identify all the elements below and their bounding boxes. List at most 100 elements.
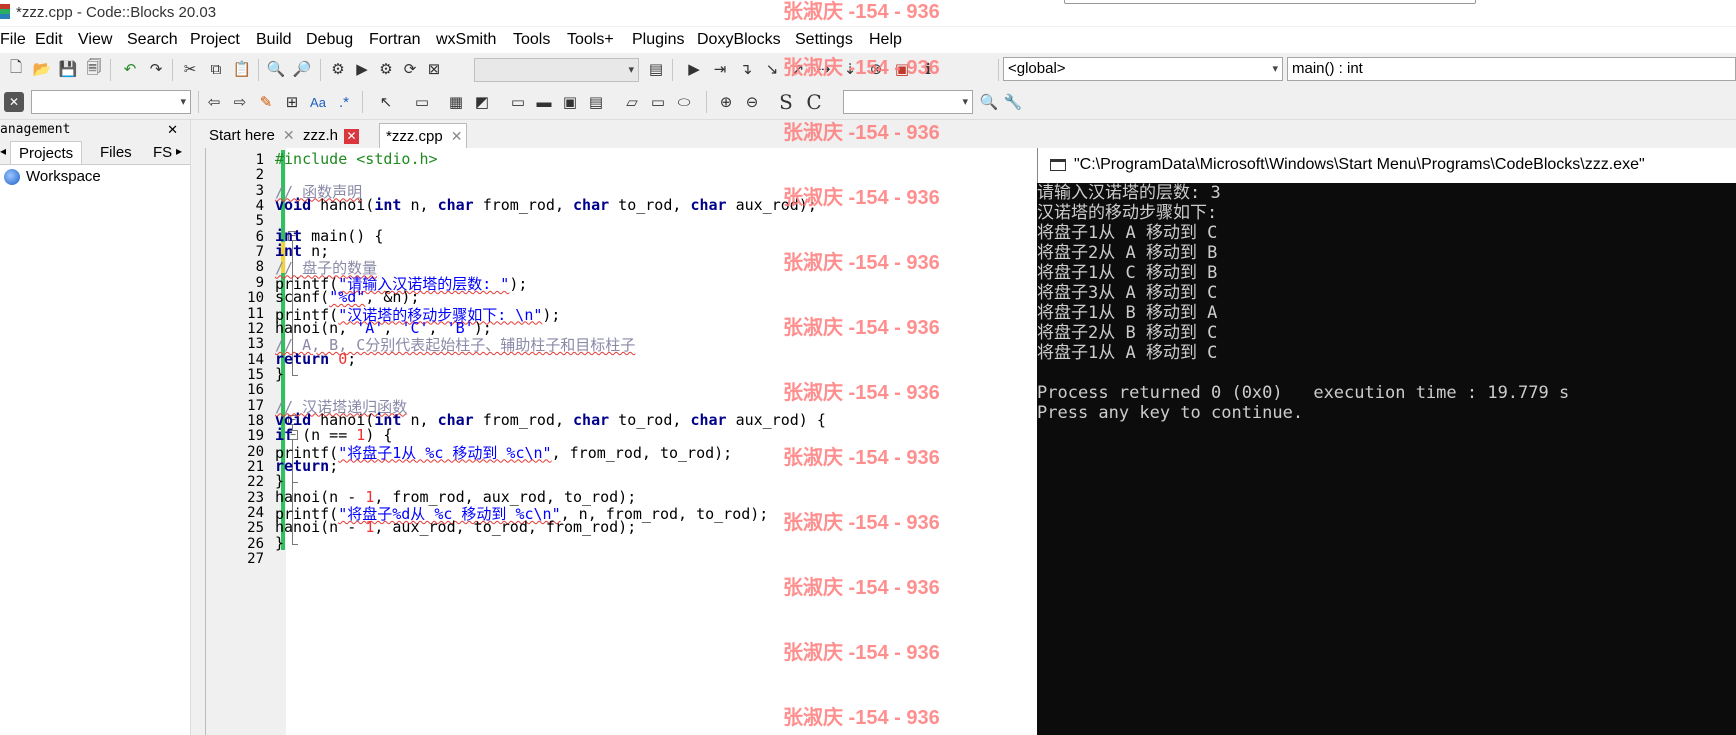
menu-search[interactable]: Search (127, 31, 178, 49)
tab-zzz-h[interactable]: zzz.h ✕ (297, 123, 363, 148)
redo-icon[interactable]: ↷ (146, 59, 166, 79)
jump-back-icon[interactable]: ⇦ (204, 92, 224, 112)
menu-edit[interactable]: Edit (35, 31, 63, 49)
save-all-icon[interactable]: 🗐 (84, 59, 104, 79)
tab-projects[interactable]: Projects (10, 141, 83, 164)
diagonal-icon[interactable]: ◩ (472, 92, 492, 112)
block-b-icon[interactable]: ▬ (534, 92, 554, 112)
code-line: void hanoi(int n, char from_rod, char to… (275, 196, 817, 215)
replace-icon[interactable]: 🔎 (292, 59, 312, 79)
line-number: 26 (247, 535, 264, 552)
rectangle-icon[interactable]: ▭ (412, 92, 432, 112)
target-options-icon[interactable]: ▤ (646, 59, 666, 79)
shape-c-icon[interactable]: ⬭ (674, 92, 694, 112)
block-c-icon[interactable]: ▣ (560, 92, 580, 112)
menu-fortran[interactable]: Fortran (369, 31, 421, 49)
rebuild-icon[interactable]: ⟳ (400, 59, 420, 79)
match-case-icon[interactable]: Aa (308, 92, 328, 112)
next-line-icon[interactable]: ↴ (736, 59, 756, 79)
highlight-icon[interactable]: ✎ (256, 92, 276, 112)
tab-fs[interactable]: FS (153, 144, 172, 161)
undo-icon[interactable]: ↶ (120, 59, 140, 79)
pointer-icon[interactable]: ↖ (376, 92, 396, 112)
watermark-text: 张淑庆 -154 - 936 (783, 122, 940, 144)
console-line: 将盘子1从 C 移动到 B (1037, 263, 1218, 283)
window-title: *zzz.cpp - Code::Blocks 20.03 (16, 4, 217, 21)
close-icon[interactable]: ✕ (167, 120, 178, 140)
panel-splitter[interactable] (190, 120, 203, 735)
console-line: 将盘子1从 A 移动到 C (1037, 223, 1218, 243)
save-icon[interactable]: 💾 (58, 59, 78, 79)
settings-wrench-icon[interactable]: 🔧 (1003, 92, 1023, 112)
shape-a-icon[interactable]: ▱ (622, 92, 642, 112)
jump-forward-icon[interactable]: ⇨ (230, 92, 250, 112)
menu-settings[interactable]: Settings (795, 31, 853, 49)
menu-build[interactable]: Build (256, 31, 292, 49)
debug-start-icon[interactable]: ▶ (684, 59, 704, 79)
symbol-combo[interactable]: ▾ (843, 90, 973, 114)
tabs-scroll-right-icon[interactable]: ▸ (176, 144, 182, 158)
floating-window-edge (1064, 0, 1476, 4)
regex-icon[interactable]: .* (334, 92, 354, 112)
search-go-icon[interactable]: 🔍 (979, 92, 999, 112)
menu-file[interactable]: File (0, 31, 26, 49)
zoom-out-icon[interactable]: ⊖ (742, 92, 762, 112)
line-number: 18 (247, 412, 264, 429)
tab-files[interactable]: Files (100, 144, 132, 161)
menu-debug[interactable]: Debug (306, 31, 353, 49)
function-select[interactable]: main() : int (1287, 57, 1736, 81)
copy-icon[interactable]: ⧉ (206, 59, 226, 79)
scope-select[interactable]: <global> ▾ (1003, 57, 1283, 81)
watermark-text: 张淑庆 -154 - 936 (783, 317, 940, 339)
matrix-icon[interactable]: ▦ (446, 92, 466, 112)
menu-tools-plus[interactable]: Tools+ (567, 31, 614, 49)
build-gear-icon[interactable]: ⚙ (328, 59, 348, 79)
zoom-in-icon[interactable]: ⊕ (716, 92, 736, 112)
build-target-select[interactable]: ▾ (474, 58, 639, 82)
cut-icon[interactable]: ✂ (180, 59, 200, 79)
console-titlebar: "C:\ProgramData\Microsoft\Windows\Start … (1037, 148, 1736, 183)
new-file-icon[interactable]: 🗋 (6, 59, 26, 79)
tab-zzz-cpp[interactable]: *zzz.cpp ✕ (379, 123, 468, 148)
abort-icon[interactable]: ⊠ (424, 59, 444, 79)
menu-help[interactable]: Help (869, 31, 902, 49)
management-panel: anagement ✕ ◂ Projects Files FS ▸ Worksp… (0, 120, 190, 735)
menu-tools[interactable]: Tools (513, 31, 550, 49)
search-combo[interactable]: ▾ (31, 90, 191, 114)
console-window[interactable]: "C:\ProgramData\Microsoft\Windows\Start … (1037, 148, 1736, 735)
s-icon[interactable]: S (776, 90, 796, 114)
menu-view[interactable]: View (78, 31, 112, 49)
clear-icon[interactable]: ✕ (4, 92, 24, 112)
menu-project[interactable]: Project (190, 31, 240, 49)
selected-text-icon[interactable]: ⊞ (282, 92, 302, 112)
line-number: 25 (247, 520, 264, 537)
watermark-text: 张淑庆 -154 - 936 (783, 447, 940, 469)
build-run-icon[interactable]: ⚙ (376, 59, 396, 79)
workspace-tree-item[interactable]: Workspace (0, 165, 190, 189)
block-d-icon[interactable]: ▤ (586, 92, 606, 112)
menu-doxyblocks[interactable]: DoxyBlocks (697, 31, 781, 49)
line-number: 7 (255, 244, 264, 261)
c-icon[interactable]: C (804, 90, 824, 114)
menu-wxsmith[interactable]: wxSmith (436, 31, 496, 49)
menu-plugins[interactable]: Plugins (632, 31, 684, 49)
line-number: 16 (247, 382, 264, 399)
shape-b-icon[interactable]: ▭ (648, 92, 668, 112)
paste-icon[interactable]: 📋 (232, 59, 252, 79)
tabs-scroll-left-icon[interactable]: ◂ (0, 144, 6, 158)
find-icon[interactable]: 🔍 (266, 59, 286, 79)
close-icon[interactable]: ✕ (451, 128, 463, 144)
line-number: 15 (247, 366, 264, 383)
step-into-icon[interactable]: ↘ (762, 59, 782, 79)
tab-start-here[interactable]: Start here ✕ (203, 123, 299, 148)
console-output: 请输入汉诺塔的层数: 3 汉诺塔的移动步骤如下: 将盘子1从 A 移动到 C 将盘子2… (1037, 183, 1569, 423)
close-icon[interactable]: ✕ (283, 127, 295, 143)
open-folder-icon[interactable]: 📂 (32, 59, 52, 79)
codeblocks-app-icon (0, 4, 10, 19)
watermark-text: 张淑庆 -154 - 936 (783, 642, 940, 664)
run-to-cursor-icon[interactable]: ⇥ (710, 59, 730, 79)
close-icon[interactable]: ✕ (344, 129, 360, 144)
code-line: printf("将盘子1从 %c 移动到 %c\n", from_rod, to… (275, 443, 733, 462)
run-icon[interactable]: ▶ (352, 59, 372, 79)
block-a-icon[interactable]: ▭ (508, 92, 528, 112)
